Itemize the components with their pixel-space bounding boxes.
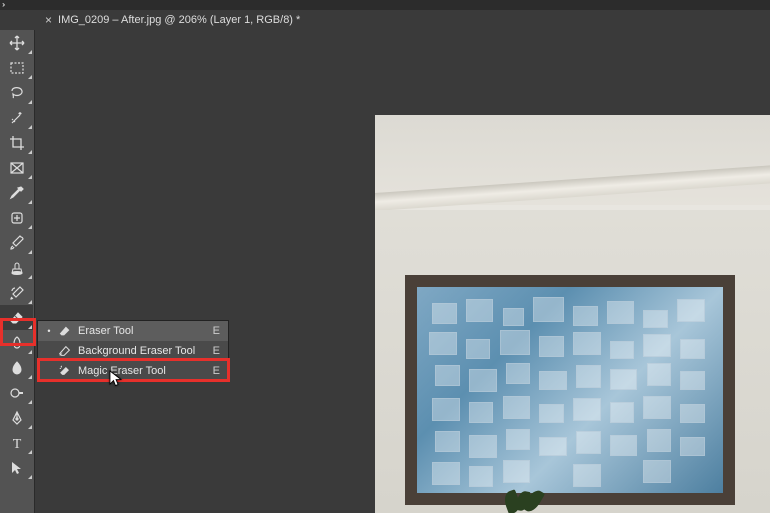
document-title: IMG_0209 – After.jpg @ 206% (Layer 1, RG… bbox=[58, 14, 300, 26]
selected-dot-icon: • bbox=[46, 326, 52, 336]
plant-decor bbox=[495, 483, 545, 513]
bg-eraser-icon bbox=[56, 344, 74, 358]
expand-panels-icon[interactable]: ›› bbox=[2, 0, 3, 9]
photo-frame bbox=[405, 275, 735, 505]
canvas-area[interactable] bbox=[35, 30, 770, 513]
flyout-item-eraser[interactable]: • Eraser Tool E bbox=[38, 321, 228, 341]
toolbox: T bbox=[0, 30, 35, 513]
flyout-item-magic-eraser[interactable]: Magic Eraser Tool E bbox=[38, 361, 228, 381]
flyout-shortcut: E bbox=[213, 365, 220, 377]
flyout-shortcut: E bbox=[213, 325, 220, 337]
flyout-item-bg-eraser[interactable]: Background Eraser Tool E bbox=[38, 341, 228, 361]
eraser-icon bbox=[56, 324, 74, 338]
close-tab-icon[interactable]: × bbox=[45, 13, 52, 27]
document-tab[interactable]: × IMG_0209 – After.jpg @ 206% (Layer 1, … bbox=[0, 10, 770, 30]
eraser-tool-flyout: • Eraser Tool E Background Eraser Tool E… bbox=[37, 320, 229, 382]
flyout-label: Eraser Tool bbox=[78, 325, 213, 337]
svg-text:T: T bbox=[12, 437, 21, 451]
document-canvas[interactable] bbox=[375, 115, 770, 513]
magic-eraser-icon bbox=[56, 364, 74, 378]
flyout-label: Background Eraser Tool bbox=[78, 345, 213, 357]
flyout-shortcut: E bbox=[213, 345, 220, 357]
flyout-label: Magic Eraser Tool bbox=[78, 365, 213, 377]
